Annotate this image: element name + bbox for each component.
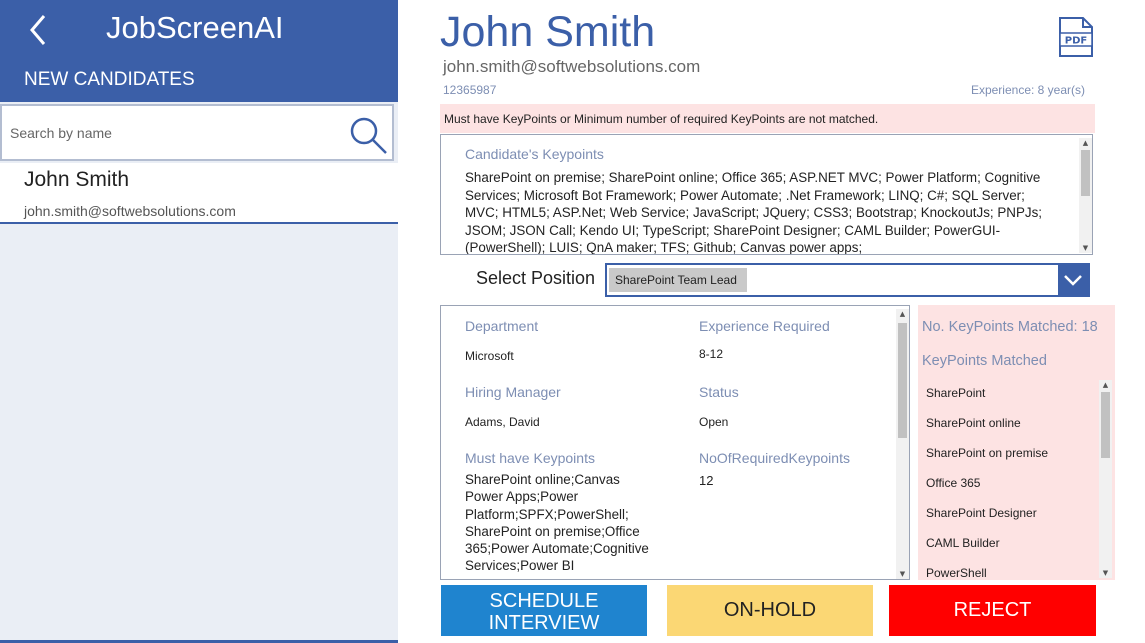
department-label: Department — [465, 318, 539, 334]
candidate-experience: Experience: 8 year(s) — [970, 83, 1085, 97]
back-chevron-icon — [30, 15, 46, 45]
schedule-interview-button[interactable]: SCHEDULE INTERVIEW — [441, 585, 647, 636]
list-item: SharePoint on premise — [926, 446, 1049, 460]
required-count-label: NoOfRequiredKeypoints — [699, 450, 850, 466]
search-input[interactable] — [10, 120, 330, 146]
list-item: Office 365 — [926, 476, 981, 490]
keypoints-scrollbar[interactable]: ▲ ▼ — [1079, 138, 1092, 253]
experience-required-label: Experience Required — [699, 318, 830, 334]
scroll-up-icon[interactable]: ▲ — [1099, 380, 1112, 390]
position-selected-value: SharePoint Team Lead — [609, 268, 747, 292]
department-value: Microsoft — [465, 349, 514, 363]
scroll-up-icon[interactable]: ▲ — [896, 309, 909, 319]
pdf-button[interactable]: PDF — [1057, 16, 1095, 58]
candidate-phone: 12365987 — [443, 83, 497, 97]
matched-count: No. KeyPoints Matched: 18 — [922, 319, 1098, 335]
list-item: SharePoint Designer — [926, 506, 1037, 520]
position-details-box: Department Microsoft Experience Required… — [440, 305, 910, 580]
matched-scrollbar[interactable]: ▲ ▼ — [1099, 380, 1112, 578]
list-item: PowerShell — [926, 566, 987, 580]
list-item: SharePoint online — [926, 416, 1021, 430]
position-dropdown[interactable]: SharePoint Team Lead — [605, 263, 1090, 297]
matched-list: SharePoint SharePoint online SharePoint … — [926, 385, 1096, 580]
candidate-list-item[interactable]: John Smith john.smith@softwebsolutions.c… — [0, 163, 398, 224]
back-button[interactable] — [22, 10, 58, 50]
hiring-manager-label: Hiring Manager — [465, 384, 561, 400]
scroll-thumb[interactable] — [1081, 150, 1090, 196]
scroll-down-icon[interactable]: ▼ — [1099, 568, 1112, 578]
experience-required-value: 8-12 — [699, 347, 724, 361]
status-label: Status — [699, 384, 739, 400]
search-icon[interactable] — [347, 114, 389, 156]
list-item: SharePoint — [926, 386, 986, 400]
scroll-up-icon[interactable]: ▲ — [1079, 138, 1092, 148]
left-header: JobScreenAI NEW CANDIDATES — [0, 0, 398, 102]
status-value: Open — [699, 415, 729, 429]
app-title: JobScreenAI — [106, 10, 284, 45]
keypoints-text: SharePoint on premise; SharePoint online… — [465, 170, 1043, 255]
candidate-keypoints-box: Candidate's Keypoints SharePoint on prem… — [440, 134, 1093, 255]
required-count-value: 12 — [699, 473, 714, 488]
keypoints-matched-box: No. KeyPoints Matched: 18 KeyPoints Matc… — [918, 305, 1115, 580]
scroll-down-icon[interactable]: ▼ — [896, 569, 909, 579]
search-box — [0, 104, 394, 161]
section-title: NEW CANDIDATES — [24, 69, 195, 90]
dropdown-toggle[interactable] — [1058, 265, 1088, 295]
svg-text:PDF: PDF — [1065, 36, 1087, 47]
candidate-name: John Smith — [440, 8, 656, 56]
pdf-icon: PDF — [1059, 17, 1093, 57]
matched-title: KeyPoints Matched — [922, 353, 1047, 369]
select-position-label: Select Position — [476, 268, 596, 288]
scroll-down-icon[interactable]: ▼ — [1079, 243, 1092, 253]
candidate-list-name: John Smith — [24, 168, 130, 191]
on-hold-button[interactable]: ON-HOLD — [667, 585, 873, 636]
details-scrollbar[interactable]: ▲ ▼ — [896, 309, 909, 579]
candidate-list-panel: JobScreenAI NEW CANDIDATES John Smith jo… — [0, 0, 398, 643]
scroll-thumb[interactable] — [1101, 392, 1110, 458]
reject-button[interactable]: REJECT — [889, 585, 1096, 636]
must-have-label: Must have Keypoints — [465, 450, 595, 466]
list-item: CAML Builder — [926, 536, 1000, 550]
hiring-manager-value: Adams, David — [465, 415, 540, 429]
candidate-email: john.smith@softwebsolutions.com — [443, 57, 701, 76]
scroll-thumb[interactable] — [898, 323, 907, 438]
chevron-down-icon — [1064, 275, 1082, 286]
warning-banner: Must have KeyPoints or Minimum number of… — [440, 104, 1095, 133]
keypoints-title: Candidate's Keypoints — [465, 146, 604, 162]
must-have-value: SharePoint online;Canvas Power Apps;Powe… — [465, 472, 649, 574]
candidate-list-email: john.smith@softwebsolutions.com — [24, 203, 236, 219]
